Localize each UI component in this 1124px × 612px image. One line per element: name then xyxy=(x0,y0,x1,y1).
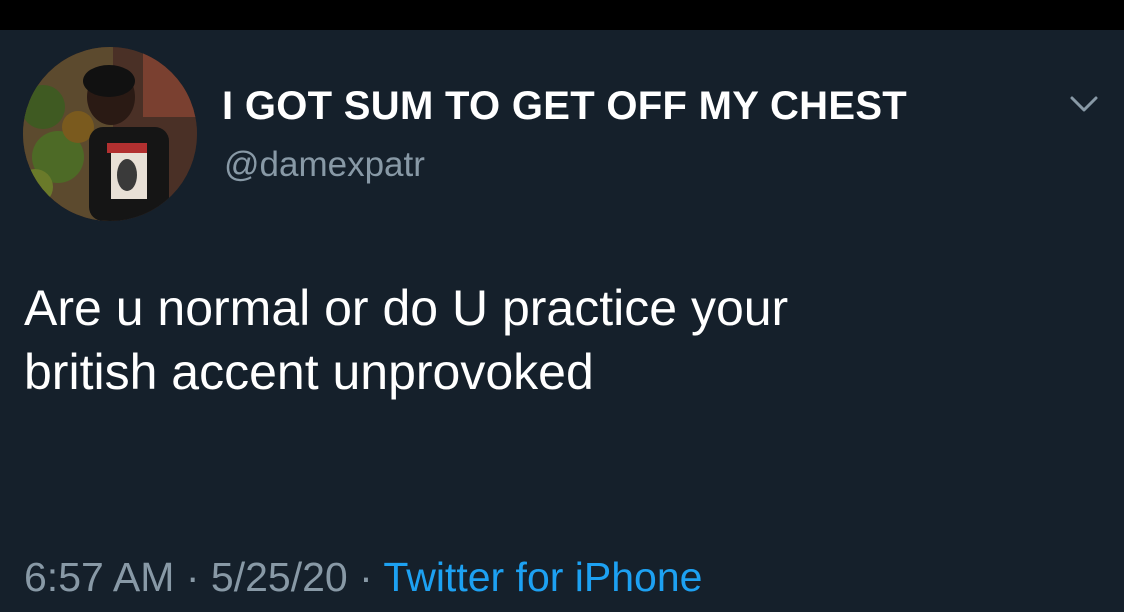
tweet-card: I GOT SUM TO GET OFF MY CHEST @damexpatr… xyxy=(0,30,1124,612)
separator-dot: · xyxy=(185,554,200,600)
tweet-text: Are u normal or do U practice your briti… xyxy=(24,276,1094,404)
chevron-down-icon[interactable] xyxy=(1066,92,1102,116)
display-name[interactable]: I GOT SUM TO GET OFF MY CHEST xyxy=(222,84,907,129)
tweet-time: 6:57 AM xyxy=(24,554,175,600)
user-handle[interactable]: @damexpatr xyxy=(224,145,425,185)
avatar-photo xyxy=(23,47,197,221)
tweet-text-line: Are u normal or do U practice your xyxy=(24,280,789,336)
tweet-meta: 6:57 AM · 5/25/20 · Twitter for iPhone xyxy=(24,554,702,601)
separator-dot: · xyxy=(359,554,373,600)
avatar[interactable] xyxy=(23,47,197,221)
top-bar xyxy=(0,0,1124,30)
tweet-source-link[interactable]: Twitter for iPhone xyxy=(383,554,702,600)
tweet-date: 5/25/20 xyxy=(210,554,348,600)
tweet-text-line: british accent unprovoked xyxy=(24,344,594,400)
